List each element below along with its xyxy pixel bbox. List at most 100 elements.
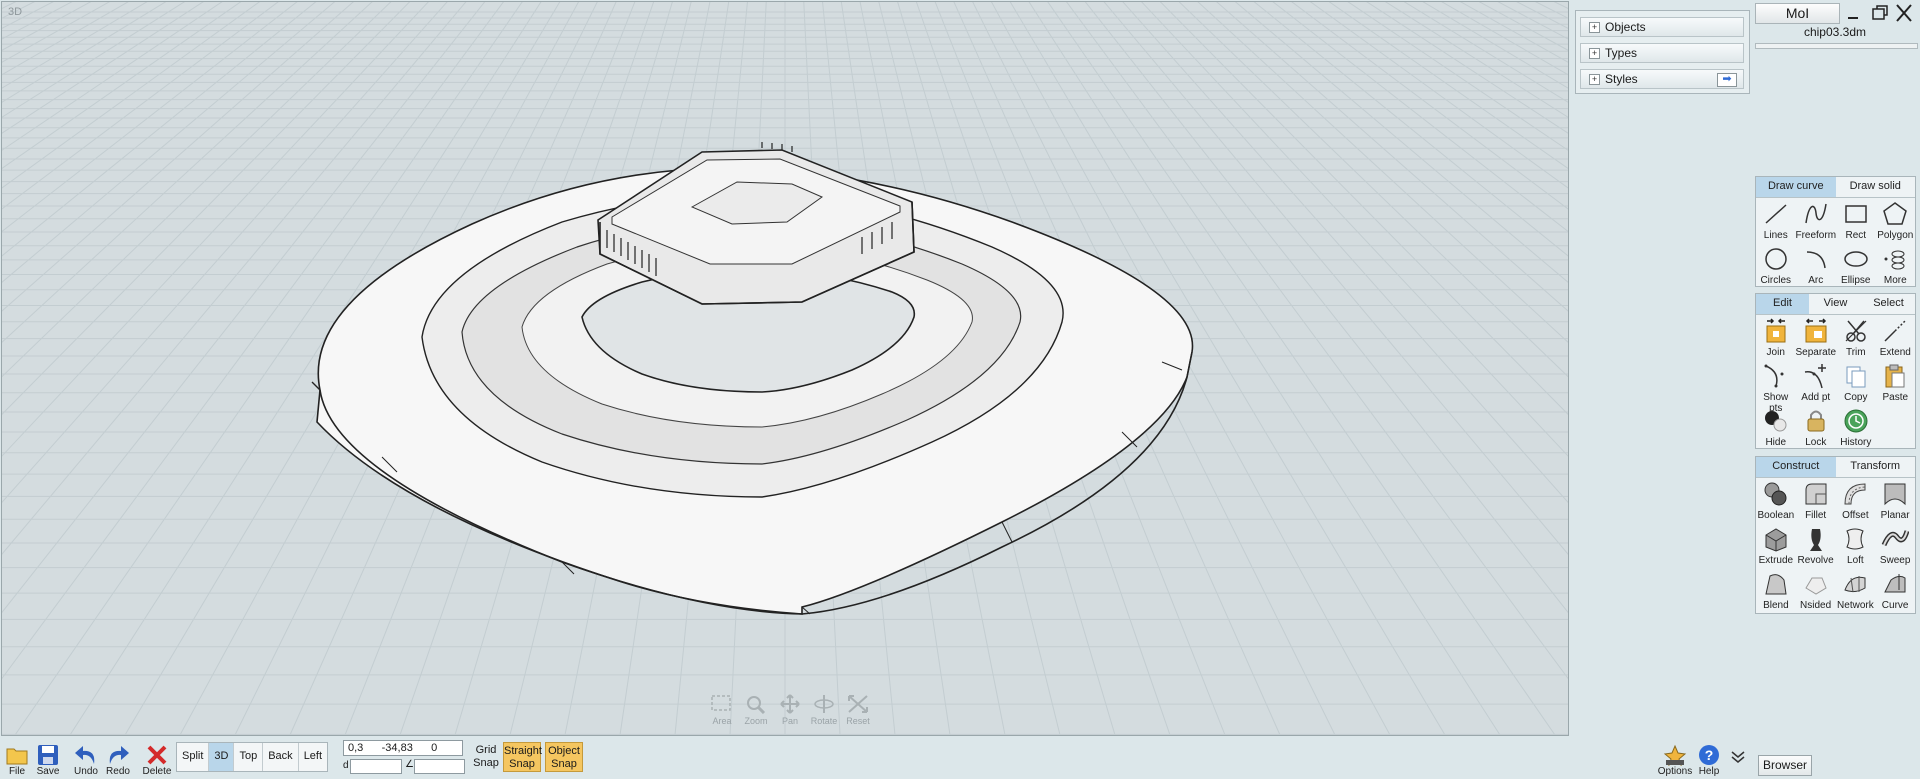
view-top[interactable]: Top: [234, 743, 264, 771]
app-menu-button[interactable]: MoI: [1755, 3, 1840, 24]
construct-tools: Boolean Fillet Offset Planar Extrude Rev…: [1756, 478, 1915, 613]
file-button[interactable]: File: [4, 740, 30, 777]
distance-input[interactable]: [350, 759, 402, 774]
tool-extend[interactable]: Extend: [1876, 315, 1915, 360]
tool-ellipse[interactable]: Ellipse: [1836, 243, 1875, 288]
construct-tabs: Construct Transform: [1756, 457, 1915, 478]
tool-label: Sweep: [1879, 555, 1911, 566]
tool-more[interactable]: More: [1876, 243, 1915, 288]
tool-curve[interactable]: Curve: [1875, 568, 1915, 613]
close-icon[interactable]: [1894, 3, 1914, 23]
tab-view[interactable]: View: [1809, 294, 1862, 314]
tool-copy[interactable]: Copy: [1836, 360, 1875, 405]
styles-arrow-icon[interactable]: ➡: [1717, 73, 1737, 87]
tab-draw-curve[interactable]: Draw curve: [1756, 177, 1836, 197]
coordinate-entry: 0,3 -34,83 0 d ∠: [343, 740, 465, 774]
tool-offset[interactable]: Offset: [1836, 478, 1876, 523]
expand-icon[interactable]: +: [1589, 21, 1600, 33]
nav-area[interactable]: Area: [707, 694, 737, 726]
nav-zoom[interactable]: Zoom: [741, 694, 771, 726]
grid-snap-toggle[interactable]: Grid Snap: [467, 742, 505, 772]
tab-draw-solid[interactable]: Draw solid: [1836, 177, 1916, 197]
expand-icon[interactable]: +: [1589, 47, 1600, 59]
tool-sweep[interactable]: Sweep: [1875, 523, 1915, 568]
scene-browser-types[interactable]: + Types: [1580, 43, 1744, 63]
browser-button[interactable]: Browser: [1758, 755, 1812, 776]
options-icon: [1663, 744, 1687, 766]
tool-arc[interactable]: Arc: [1795, 243, 1836, 288]
tool-label: Trim: [1845, 347, 1866, 358]
tool-fillet[interactable]: Fillet: [1796, 478, 1836, 523]
view-back[interactable]: Back: [263, 743, 299, 771]
save-button[interactable]: Save: [34, 740, 62, 777]
tool-label: Join: [1766, 347, 1785, 358]
help-button[interactable]: ? Help: [1696, 740, 1722, 777]
tool-label: Lines: [1763, 230, 1788, 241]
view-split[interactable]: Split: [177, 743, 210, 771]
tab-construct[interactable]: Construct: [1756, 457, 1836, 477]
line-icon: [1765, 204, 1787, 224]
tool-add-pt[interactable]: Add pt: [1795, 360, 1836, 405]
tool-lines[interactable]: Lines: [1756, 198, 1795, 243]
maximize-icon[interactable]: [1870, 3, 1890, 23]
tool-paste[interactable]: Paste: [1876, 360, 1915, 405]
tool-extrude[interactable]: Extrude: [1756, 523, 1796, 568]
delete-button[interactable]: Delete: [141, 740, 173, 777]
arc-icon: [1806, 251, 1826, 269]
object-snap-toggle[interactable]: Object Snap: [545, 742, 583, 772]
tool-label: Extend: [1879, 347, 1911, 358]
tool-label: Loft: [1847, 555, 1864, 566]
viewport-label: 3D: [8, 6, 23, 18]
scene-browser-styles[interactable]: + Styles ➡: [1580, 69, 1744, 89]
minimize-icon[interactable]: [1844, 3, 1864, 23]
draw-tools: Lines Freeform Rect Polygon Circles Arc …: [1756, 198, 1915, 288]
nav-pan-label: Pan: [781, 716, 798, 726]
tab-transform[interactable]: Transform: [1836, 457, 1916, 477]
nav-reset[interactable]: Reset: [843, 694, 873, 726]
zoom-icon: [747, 696, 766, 714]
tool-label: Rect: [1845, 230, 1867, 241]
view-left[interactable]: Left: [298, 743, 328, 771]
tool-polygon[interactable]: Polygon: [1876, 198, 1915, 243]
loft-icon: [1846, 528, 1865, 550]
tool-planar[interactable]: Planar: [1875, 478, 1915, 523]
nav-zoom-label: Zoom: [744, 716, 768, 726]
add-point-icon: [1804, 364, 1826, 389]
undo-button[interactable]: Undo: [72, 740, 100, 777]
tool-network[interactable]: Network: [1836, 568, 1876, 613]
tool-join[interactable]: Join: [1756, 315, 1795, 360]
redo-button[interactable]: Redo: [104, 740, 132, 777]
scene-browser-objects[interactable]: + Objects: [1580, 17, 1744, 37]
tool-hide[interactable]: Hide: [1756, 405, 1795, 450]
tool-revolve[interactable]: Revolve: [1796, 523, 1836, 568]
tool-separate[interactable]: Separate: [1795, 315, 1836, 360]
tool-label: Hide: [1765, 437, 1787, 448]
tab-select[interactable]: Select: [1862, 294, 1915, 314]
tool-history[interactable]: History: [1836, 405, 1875, 450]
tool-rect[interactable]: Rect: [1836, 198, 1875, 243]
tool-boolean[interactable]: Boolean: [1756, 478, 1796, 523]
angle-label: ∠: [405, 759, 414, 770]
tab-edit[interactable]: Edit: [1756, 294, 1809, 314]
nsided-icon: [1804, 577, 1827, 595]
tool-label: Blend: [1763, 600, 1789, 611]
tool-trim[interactable]: Trim: [1836, 315, 1875, 360]
tool-lock[interactable]: Lock: [1795, 405, 1836, 450]
straight-snap-toggle[interactable]: Straight Snap: [503, 742, 542, 772]
tool-blend[interactable]: Blend: [1756, 568, 1796, 613]
3d-viewport[interactable]: 3D Area Zoom Pan Rotate Reset: [1, 1, 1569, 736]
collapse-palettes-button[interactable]: [1726, 740, 1750, 766]
tool-loft[interactable]: Loft: [1836, 523, 1876, 568]
tool-nsided[interactable]: Nsided: [1796, 568, 1836, 613]
expand-icon[interactable]: +: [1589, 73, 1600, 85]
tool-circles[interactable]: Circles: [1756, 243, 1795, 288]
nav-pan[interactable]: Pan: [775, 694, 805, 726]
options-button[interactable]: Options: [1657, 740, 1693, 777]
coordinate-input[interactable]: 0,3 -34,83 0: [343, 740, 463, 756]
nav-rotate[interactable]: Rotate: [809, 694, 839, 726]
tool-show-pts[interactable]: Show pts: [1756, 360, 1795, 414]
tool-freeform[interactable]: Freeform: [1795, 198, 1836, 243]
view-3d[interactable]: 3D: [209, 743, 235, 771]
viewport-scene[interactable]: [2, 2, 1568, 735]
angle-input[interactable]: [414, 759, 465, 774]
